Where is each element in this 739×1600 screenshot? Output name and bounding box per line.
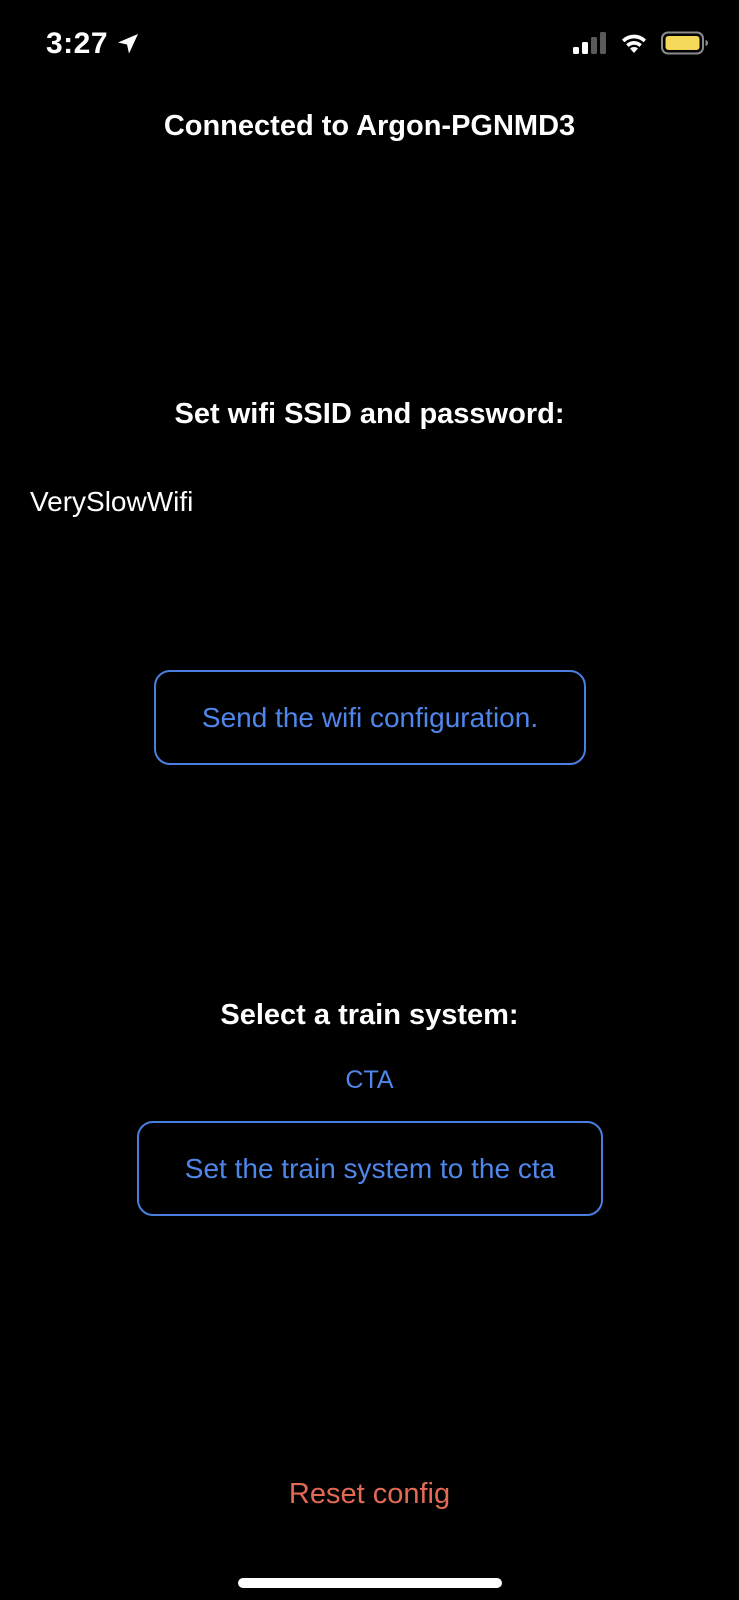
cellular-signal-icon [573, 31, 607, 59]
time-group: 3:27 [46, 26, 140, 62]
ssid-field[interactable]: VerySlowWifi [30, 482, 193, 522]
status-time: 3:27 [46, 27, 109, 60]
page-title: Connected to Argon-PGNMD3 [163, 110, 576, 142]
wifi-section-heading: Set wifi SSID and password: [174, 398, 565, 430]
location-arrow-icon [116, 32, 140, 56]
train-system-picker[interactable]: CTA [0, 1063, 739, 1097]
status-bar: 3:27 [0, 0, 739, 90]
set-train-system-button[interactable]: Set the train system to the cta [137, 1121, 603, 1216]
battery-icon [661, 31, 709, 60]
home-indicator[interactable] [238, 1578, 502, 1588]
wifi-icon [619, 32, 649, 59]
send-wifi-config-button[interactable]: Send the wifi configuration. [154, 670, 586, 765]
train-section-heading: Select a train system: [220, 999, 519, 1031]
status-indicators [573, 30, 709, 60]
reset-config-button[interactable]: Reset config [0, 1474, 739, 1514]
